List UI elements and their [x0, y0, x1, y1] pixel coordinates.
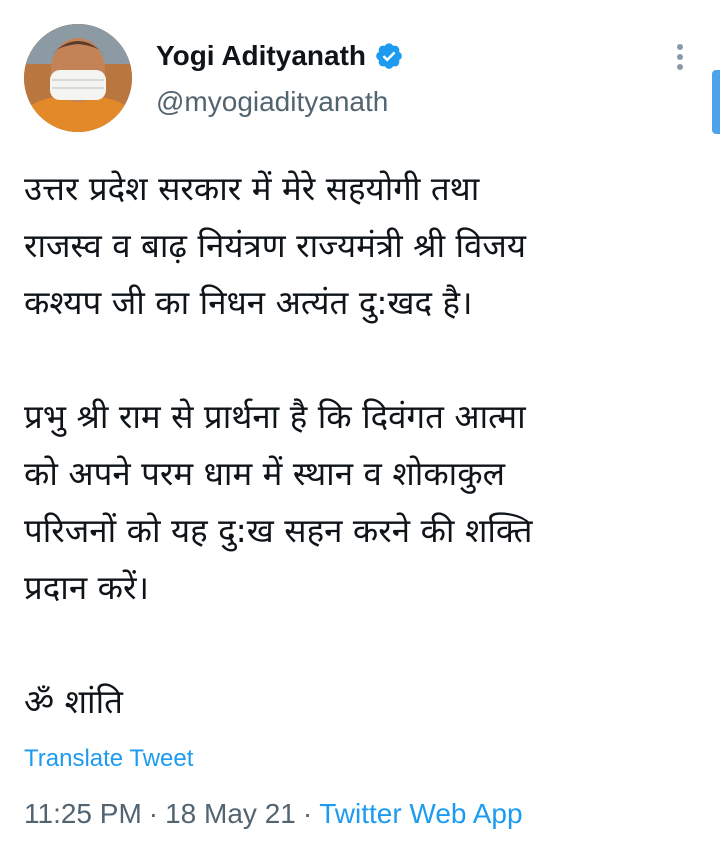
tweet-line: को अपने परम धाम में स्थान व शोकाकुल: [24, 454, 505, 493]
avatar[interactable]: [24, 24, 132, 132]
author-name[interactable]: Yogi Adityanath: [156, 40, 366, 72]
author-name-row[interactable]: Yogi Adityanath: [156, 38, 404, 74]
tweet-line: प्रभु श्री राम से प्रार्थना है कि दिवंगत…: [24, 397, 526, 436]
tweet-text: उत्तर प्रदेश सरकार में मेरे सहयोगी तथा र…: [24, 160, 664, 730]
tweet-source-link[interactable]: Twitter Web App: [319, 798, 522, 829]
verified-badge-icon: [376, 43, 402, 69]
separator: ·: [302, 798, 313, 829]
tweet-line: कश्यप जी का निधन अत्यंत दु:खद है।: [24, 283, 473, 322]
separator: ·: [148, 798, 159, 829]
more-vertical-icon[interactable]: [666, 42, 694, 72]
tweet-line: प्रदान करें।: [24, 568, 149, 607]
tweet-line: उत्तर प्रदेश सरकार में मेरे सहयोगी तथा: [24, 169, 480, 208]
author-handle[interactable]: @myogiadityanath: [156, 86, 388, 118]
tweet-line: परिजनों को यह दु:ख सहन करने की शक्ति: [24, 511, 533, 550]
tweet-time[interactable]: 11:25 PM: [24, 798, 142, 829]
tweet-line: राजस्व व बाढ़ नियंत्रण राज्यमंत्री श्री …: [24, 226, 527, 265]
tweet-date[interactable]: 18 May 21: [165, 798, 296, 829]
translate-tweet-link[interactable]: Translate Tweet: [24, 745, 193, 773]
tweet-line: ॐ शांति: [24, 682, 123, 721]
profile-photo-icon: [24, 24, 132, 132]
tweet-metadata: 11:25 PM · 18 May 21 · Twitter Web App: [24, 798, 523, 830]
scrollbar-thumb[interactable]: [712, 70, 720, 134]
